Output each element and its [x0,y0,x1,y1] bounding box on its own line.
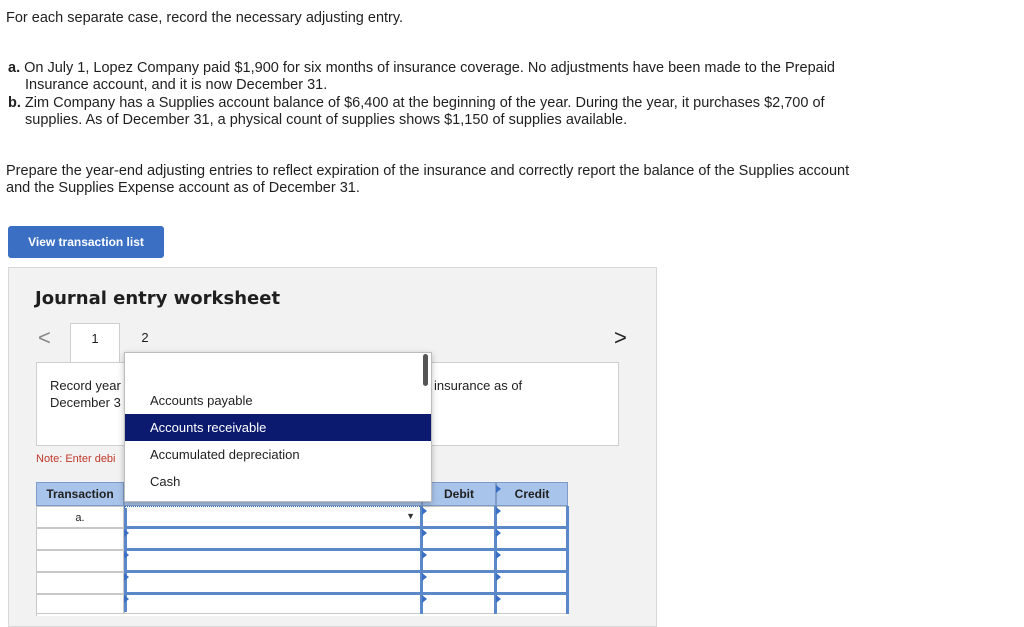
row-2-credit-marker [496,529,501,537]
row-4-underline [124,592,568,595]
row-1-transaction: a. [36,506,124,528]
column-header-debit: Debit [422,482,496,506]
row-4-account-select[interactable] [124,572,422,594]
row-3-underline [124,570,568,573]
case-b-text: Zim Company has a Supplies account balan… [24,95,825,111]
chevron-down-icon: ▼ [406,511,415,521]
row-4-debit-input[interactable] [422,572,496,594]
account-dropdown-list: Accounts payable Accounts receivable Acc… [124,352,432,502]
row-5-debit-input[interactable] [422,594,496,614]
case-a-line2: Insurance account, and it is now Decembe… [25,77,328,93]
row-3-debit-marker [422,551,427,559]
row-1-credit-marker [496,507,501,515]
row-5-transaction [36,594,124,614]
row-2-account-select[interactable] [124,528,422,550]
case-b-line2: supplies. As of December 31, a physical … [25,112,628,128]
row-3-credit-marker [496,551,501,559]
row-3-debit-input[interactable] [422,550,496,572]
case-a-text: On July 1, Lopez Company paid $1,900 for… [24,60,835,76]
row-1-account-select[interactable]: ▼ [124,506,422,528]
row-2-underline [124,548,568,551]
case-a-line1: a. On July 1, Lopez Company paid $1,900 … [8,60,835,77]
row-5-account-marker [124,595,129,603]
row-5-debit-marker [422,595,427,603]
tab-1[interactable]: 1 [70,323,120,363]
dropdown-option-accounts-receivable[interactable]: Accounts receivable [125,414,431,441]
row-5-account-select[interactable] [124,594,422,614]
prepare-line1: Prepare the year-end adjusting entries t… [6,163,850,179]
row-3-account-select[interactable] [124,550,422,572]
dropdown-option-accumulated-depreciation[interactable]: Accumulated depreciation [125,441,431,468]
row-3-account-marker [124,551,129,559]
row-1-credit-input[interactable] [496,506,568,528]
credit-header-marker [496,485,501,493]
intro-text: For each separate case, record the neces… [6,10,404,26]
row-5-credit-input[interactable] [496,594,568,614]
record-text-line1: Record year [50,378,121,393]
prepare-line2: and the Supplies Expense account as of D… [6,180,360,196]
row-1-underline [124,526,568,529]
row-4-account-marker [124,573,129,581]
row-4-debit-marker [422,573,427,581]
row-4-credit-marker [496,573,501,581]
row-4-transaction [36,572,124,594]
record-text-line2: December 3 [50,395,121,410]
dropdown-scrollbar[interactable] [423,354,428,386]
row-2-debit-input[interactable] [422,528,496,550]
column-header-transaction: Transaction [36,482,124,506]
case-a-label: a. [8,60,21,76]
row-3-transaction [36,550,124,572]
view-transaction-list-button[interactable]: View transaction list [8,226,164,258]
next-arrow-icon[interactable]: > [614,327,627,349]
row-2-account-marker [124,529,129,537]
worksheet-title: Journal entry worksheet [35,288,281,309]
row-4-credit-input[interactable] [496,572,568,594]
credit-column-right-bar [566,506,569,614]
note-text: Note: Enter debi [36,453,116,465]
column-header-credit: Credit [496,482,568,506]
record-text-tail: insurance as of [434,378,523,393]
row-2-credit-input[interactable] [496,528,568,550]
case-b-line1: b. Zim Company has a Supplies account ba… [8,95,825,112]
row-1-debit-input[interactable] [422,506,496,528]
prev-arrow-icon[interactable]: < [38,327,51,349]
row-2-debit-marker [422,529,427,537]
case-b-label: b. [8,95,21,111]
dropdown-option-accounts-payable[interactable]: Accounts payable [125,387,431,414]
row-5-credit-marker [496,595,501,603]
dropdown-option-cash[interactable]: Cash [125,468,431,495]
row-1-debit-marker [422,507,427,515]
row-3-credit-input[interactable] [496,550,568,572]
row-2-transaction [36,528,124,550]
